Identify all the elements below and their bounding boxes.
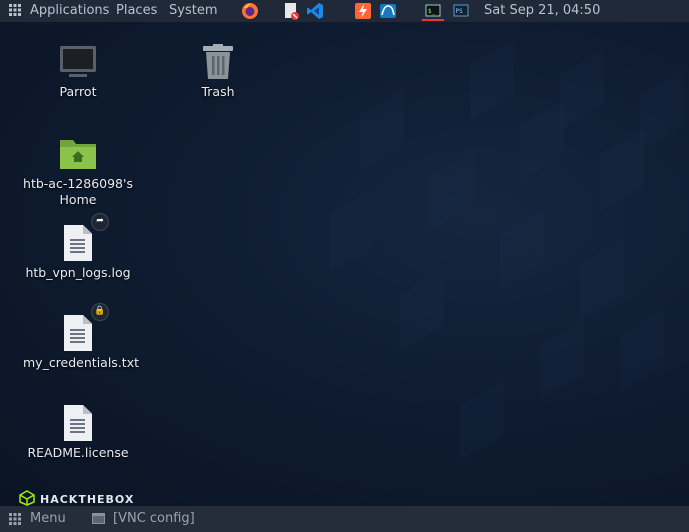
monitor-icon (59, 44, 97, 80)
desktop-icon-credentials[interactable]: 🔒 my_credentials.txt (23, 303, 139, 371)
text-file-icon (64, 225, 92, 261)
wireshark-icon[interactable] (379, 2, 397, 20)
svg-text:PS: PS (456, 8, 464, 15)
desktop-icon-label: Trash (201, 84, 235, 99)
desktop-icon-label: Parrot (59, 84, 97, 99)
menu-icon[interactable] (8, 512, 22, 530)
svg-text:$_: $_ (428, 8, 436, 15)
top-panel: Applications Places System $_ PS Sat Sep… (0, 0, 689, 22)
clock[interactable]: Sat Sep 21, 04:50 (484, 3, 600, 19)
desktop-icon-label: my_credentials.txt (23, 355, 139, 370)
link-emblem-icon: ➦ (91, 213, 109, 231)
window-icon (92, 513, 105, 528)
desktop-icon-vpn-logs[interactable]: ➦ htb_vpn_logs.log (23, 213, 133, 281)
bottom-panel: Menu [VNC config] (0, 506, 689, 532)
home-folder-icon (59, 136, 97, 172)
hackthebox-logo-text: HACKTHEBOX (40, 493, 135, 506)
htb-cube-icon (19, 490, 35, 506)
applications-menu[interactable]: Applications (30, 3, 109, 19)
active-indicator (422, 19, 444, 21)
trash-icon (201, 44, 235, 80)
vscode-icon[interactable] (306, 2, 324, 20)
firefox-icon[interactable] (241, 2, 259, 20)
text-file-icon (64, 315, 92, 351)
terminal-icon[interactable]: $_ (424, 2, 442, 20)
desktop-icon-label: htb-ac-1286098's Home (23, 176, 133, 207)
desktop-icon-readme[interactable]: README.license (23, 405, 133, 461)
text-editor-icon[interactable] (282, 2, 300, 20)
desktop-icon-parrot[interactable]: Parrot (23, 44, 133, 100)
powershell-icon[interactable]: PS (452, 2, 470, 20)
grid-icon[interactable] (8, 3, 22, 22)
taskbar-item-vnc-config[interactable]: [VNC config] (113, 511, 195, 526)
menu-button[interactable]: Menu (30, 511, 66, 526)
places-menu[interactable]: Places (116, 3, 157, 19)
desktop-icon-label: htb_vpn_logs.log (25, 265, 131, 280)
lock-emblem-icon: 🔒 (91, 303, 109, 321)
text-file-icon (64, 405, 92, 441)
desktop-icon-home-folder[interactable]: htb-ac-1286098's Home (23, 136, 133, 208)
system-menu[interactable]: System (169, 3, 217, 19)
desktop-icon-label: README.license (27, 445, 129, 460)
desktop-icon-trash[interactable]: Trash (163, 44, 273, 100)
burpsuite-icon[interactable] (354, 2, 372, 20)
hackthebox-logo: HACKTHEBOX (18, 490, 134, 506)
